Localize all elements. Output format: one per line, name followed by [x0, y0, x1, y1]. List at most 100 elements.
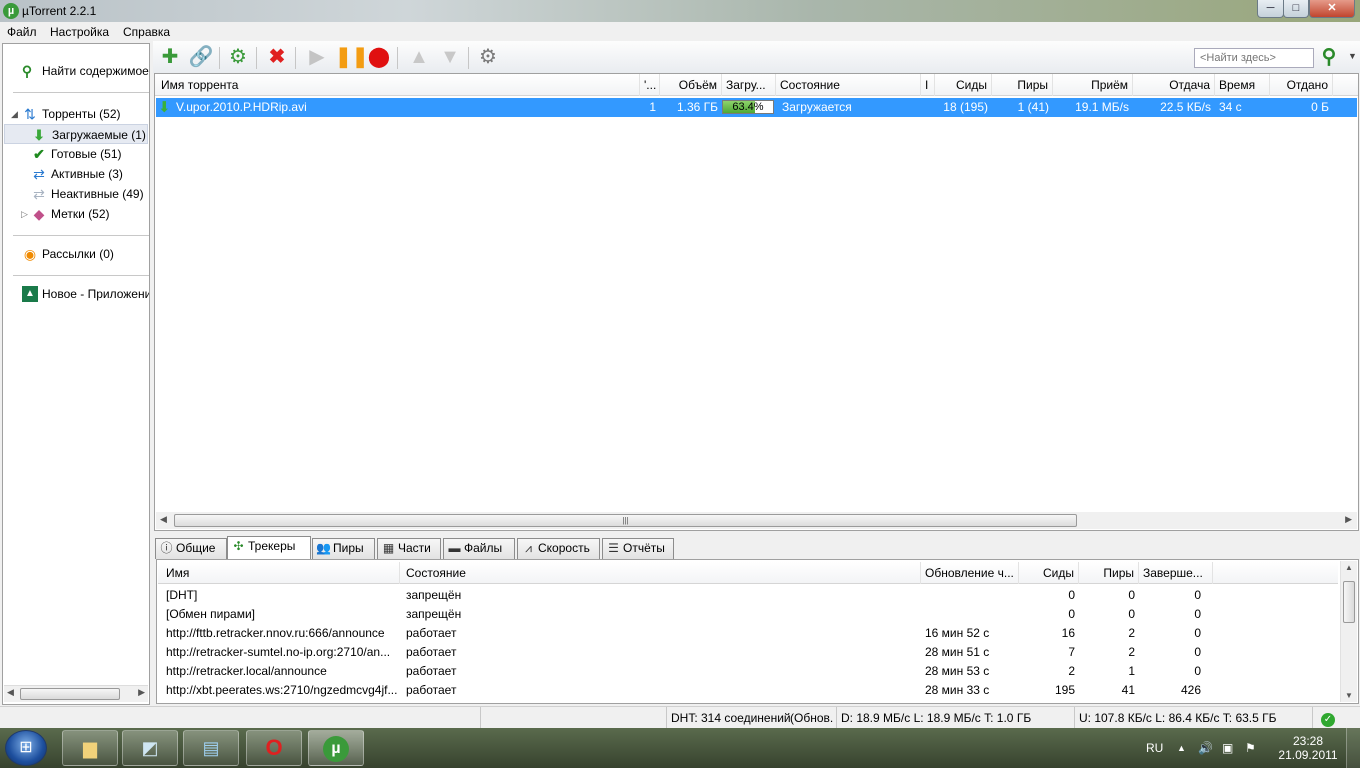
volume-icon[interactable]: 🔊 — [1198, 728, 1213, 768]
delete-icon[interactable]: ✖ — [264, 45, 290, 69]
search-input[interactable] — [1194, 48, 1314, 68]
sidebar-item-active[interactable]: ⇄ Активные (3) — [3, 164, 149, 184]
network-ok-check-icon: ✓ — [1321, 713, 1335, 727]
column-size[interactable]: Объём — [660, 74, 722, 96]
divider — [13, 275, 149, 276]
speed-graph-icon: ⩘ — [525, 541, 532, 555]
tab-general[interactable]: ⓘ Общие — [155, 538, 227, 559]
scroll-thumb[interactable] — [1343, 581, 1355, 623]
scroll-left-icon[interactable]: ◀ — [7, 687, 14, 698]
scroll-thumb[interactable] — [20, 688, 120, 700]
search-dropdown-icon[interactable]: ▼ — [1348, 51, 1357, 61]
tracker-row[interactable]: http://xbt.peerates.ws:2710/ngzedmcvg4jf… — [158, 681, 1338, 700]
language-indicator[interactable]: RU — [1146, 728, 1163, 768]
start-button[interactable]: ⊞ — [5, 730, 47, 766]
menu-help[interactable]: Справка — [123, 25, 170, 39]
column-download-speed[interactable]: Приём — [1053, 74, 1133, 96]
tracker-completed: 0 — [1194, 607, 1201, 621]
torrent-status: Загружается — [782, 100, 852, 114]
taskbar-explorer[interactable]: ▆ — [62, 730, 118, 766]
scroll-left-icon[interactable]: ◀ — [160, 514, 167, 525]
show-desktop-button[interactable] — [1346, 728, 1360, 768]
column-seeds[interactable]: Сиды — [935, 74, 992, 96]
sidebar: ⚲ Найти содержимое ◢ ⇅ Торренты (52) ⬇ З… — [2, 43, 150, 705]
tracker-seeds: 7 — [1068, 645, 1075, 659]
tracker-update — [921, 586, 1019, 605]
column-misc[interactable]: I — [921, 74, 935, 96]
move-down-icon[interactable]: ▼ — [437, 45, 463, 69]
scroll-right-icon[interactable]: ▶ — [138, 687, 145, 698]
column-tracker-completed[interactable]: Заверше... — [1139, 562, 1213, 584]
tracker-row[interactable]: [DHT] запрещён 0 0 0 — [158, 586, 1338, 605]
sidebar-item-feeds[interactable]: ◉ Рассылки (0) — [3, 244, 149, 264]
torrent-row[interactable]: ⬇ V.upor.2010.P.HDRip.avi 1 1.36 ГБ 63.4… — [156, 98, 1357, 117]
column-tracker-name[interactable]: Имя — [162, 562, 400, 584]
menu-file[interactable]: Файл — [7, 25, 37, 39]
tab-logger[interactable]: ☰ Отчёты — [602, 538, 674, 559]
column-eta[interactable]: Время — [1215, 74, 1270, 96]
pause-icon[interactable]: ❚❚ — [335, 45, 369, 69]
scroll-thumb[interactable]: ||| — [174, 514, 1077, 527]
move-up-icon[interactable]: ▲ — [406, 45, 432, 69]
tracker-row[interactable]: [Обмен пирами] запрещён 0 0 0 — [158, 605, 1338, 624]
column-tracker-update[interactable]: Обновление ч... — [921, 562, 1019, 584]
sidebar-item-completed[interactable]: ✔ Готовые (51) — [3, 144, 149, 164]
sidebar-labels-label: Метки (52) — [51, 207, 110, 221]
scroll-down-icon[interactable]: ▼ — [1345, 691, 1353, 700]
column-name[interactable]: Имя торрента — [157, 74, 640, 96]
start-icon[interactable]: ▶ — [304, 45, 330, 69]
scroll-right-icon[interactable]: ▶ — [1345, 514, 1352, 525]
sidebar-item-inactive[interactable]: ⇄ Неактивные (49) — [3, 184, 149, 204]
taskbar-utorrent[interactable]: µ — [308, 730, 364, 766]
column-status[interactable]: Состояние — [776, 74, 921, 96]
tracker-row[interactable]: http://fttb.retracker.nnov.ru:666/announ… — [158, 624, 1338, 643]
sidebar-item-downloading[interactable]: ⬇ Загружаемые (1) — [4, 124, 148, 144]
network-icon[interactable]: ▣ — [1222, 728, 1233, 768]
column-upload-speed[interactable]: Отдача — [1133, 74, 1215, 96]
tray-expand-icon[interactable]: ▲ — [1177, 728, 1186, 768]
stop-icon[interactable]: ⬤ — [366, 45, 392, 69]
tracker-row[interactable]: http://retracker.local/announce работает 2… — [158, 662, 1338, 681]
clock[interactable]: 23:28 21.09.2011 — [1278, 728, 1338, 768]
column-number[interactable]: '... — [640, 74, 660, 96]
clock-time: 23:28 — [1292, 734, 1324, 748]
taskbar-opera[interactable]: O — [246, 730, 302, 766]
status-network-ok[interactable]: ✓ — [1312, 707, 1358, 729]
tracker-row[interactable]: http://retracker-sumtel.no-ip.org:2710/a… — [158, 643, 1338, 662]
add-url-icon[interactable]: 🔗 — [188, 45, 214, 69]
action-center-flag-icon[interactable]: ⚑ — [1245, 728, 1256, 768]
tab-trackers[interactable]: ✣ Трекеры — [227, 536, 311, 559]
taskbar-app-2[interactable]: ◩ — [122, 730, 178, 766]
tab-pieces[interactable]: ▦ Части — [377, 538, 441, 559]
minimize-button[interactable]: ─ — [1257, 0, 1284, 18]
tab-speed[interactable]: ⩘ Скорость — [517, 538, 600, 559]
add-torrent-icon[interactable]: ✚ — [157, 45, 183, 69]
tab-peers[interactable]: 👥 Пиры — [312, 538, 375, 559]
scroll-up-icon[interactable]: ▲ — [1345, 563, 1353, 572]
settings-gear-icon[interactable]: ⚙ — [475, 45, 501, 69]
column-peers[interactable]: Пиры — [992, 74, 1053, 96]
column-uploaded[interactable]: Отдано — [1270, 74, 1333, 96]
taskbar-control-panel[interactable]: ▤ — [183, 730, 239, 766]
sidebar-item-torrents[interactable]: ◢ ⇅ Торренты (52) — [3, 104, 149, 124]
column-tracker-peers[interactable]: Пиры — [1079, 562, 1139, 584]
sidebar-horizontal-scrollbar[interactable]: ◀ ▶ — [4, 685, 148, 702]
tracker-name: [Обмен пирами] — [166, 607, 255, 621]
tab-files[interactable]: ▬ Файлы — [443, 538, 515, 559]
trackers-vertical-scrollbar[interactable]: ▲ ▼ — [1340, 561, 1357, 702]
column-tracker-seeds[interactable]: Сиды — [1019, 562, 1079, 584]
sidebar-find-content[interactable]: ⚲ Найти содержимое — [3, 61, 149, 81]
sidebar-item-labels[interactable]: ▷ ◆ Метки (52) — [3, 204, 149, 224]
search-icon[interactable]: ⚲ — [1316, 45, 1342, 69]
sidebar-item-apps[interactable]: ▲ Новое - Приложени — [3, 284, 149, 304]
torrent-name: V.upor.2010.P.HDRip.avi — [176, 100, 307, 114]
close-button[interactable]: ✕ — [1309, 0, 1355, 18]
column-progress[interactable]: Загру... — [722, 74, 776, 96]
column-tracker-status[interactable]: Состояние — [402, 562, 921, 584]
menu-settings[interactable]: Настройка — [50, 25, 109, 39]
tracker-status: работает — [406, 645, 457, 659]
sidebar-active-label: Активные (3) — [51, 167, 123, 181]
create-torrent-icon[interactable]: ⚙ — [225, 45, 251, 69]
torrent-list-horizontal-scrollbar[interactable]: ◀ ||| ▶ — [156, 512, 1357, 529]
maximize-button[interactable]: □ — [1283, 0, 1309, 18]
